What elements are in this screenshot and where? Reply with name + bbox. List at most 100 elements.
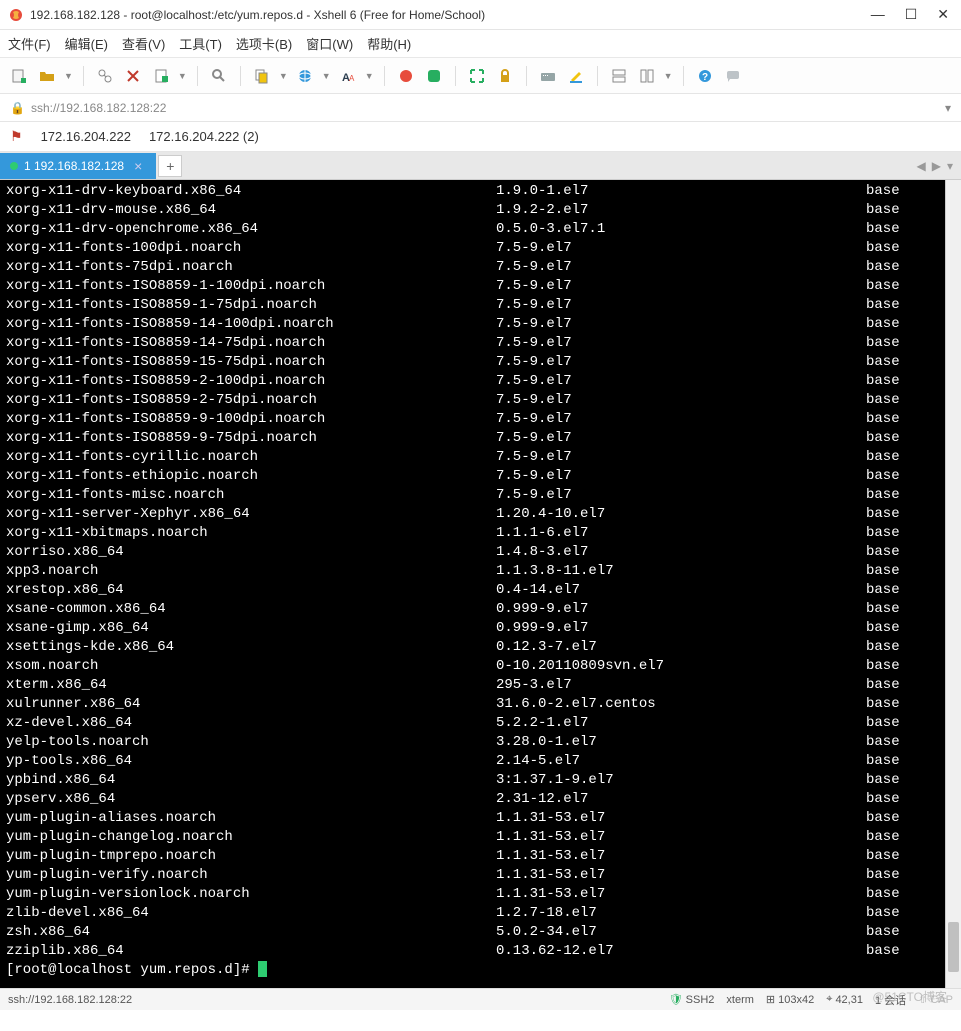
maximize-button[interactable]: ☐ bbox=[905, 6, 918, 23]
pkg-name: xorg-x11-fonts-cyrillic.noarch bbox=[6, 448, 496, 467]
pkg-repo: base bbox=[866, 790, 939, 809]
pkg-name: xorg-x11-drv-openchrome.x86_64 bbox=[6, 220, 496, 239]
dropdown-icon[interactable]: ▼ bbox=[64, 71, 73, 81]
dropdown-icon[interactable]: ▼ bbox=[664, 71, 673, 81]
toolbar: ▼ ▼ ▼ ▼ AA ▼ ▼ ? bbox=[0, 58, 961, 94]
menu-window[interactable]: 窗口(W) bbox=[306, 34, 353, 53]
pkg-name: zsh.x86_64 bbox=[6, 923, 496, 942]
search-icon[interactable] bbox=[208, 65, 230, 87]
pkg-version: 7.5-9.el7 bbox=[496, 429, 866, 448]
window-controls: — ☐ ✕ bbox=[871, 6, 949, 23]
tab-list-icon[interactable]: ▾ bbox=[947, 159, 953, 173]
dropdown-icon[interactable]: ▼ bbox=[322, 71, 331, 81]
svg-text:?: ? bbox=[702, 72, 708, 83]
terminal-row: xsettings-kde.x86_640.12.3-7.el7base bbox=[6, 638, 939, 657]
pkg-repo: base bbox=[866, 600, 939, 619]
status-size: ⊞ 103x42 bbox=[766, 993, 814, 1006]
highlight-icon[interactable] bbox=[565, 65, 587, 87]
tile-vertical-icon[interactable] bbox=[636, 65, 658, 87]
pkg-name: xorg-x11-drv-mouse.x86_64 bbox=[6, 201, 496, 220]
pkg-name: xorg-x11-xbitmaps.noarch bbox=[6, 524, 496, 543]
terminal-row: xorg-x11-fonts-ISO8859-2-75dpi.noarch7.5… bbox=[6, 391, 939, 410]
dropdown-icon[interactable]: ▼ bbox=[365, 71, 374, 81]
globe-icon[interactable] bbox=[294, 65, 316, 87]
menu-edit[interactable]: 编辑(E) bbox=[65, 34, 108, 53]
separator bbox=[597, 66, 598, 86]
terminal-row: xorg-x11-fonts-ISO8859-2-100dpi.noarch7.… bbox=[6, 372, 939, 391]
terminal-row: xorg-x11-drv-mouse.x86_641.9.2-2.el7base bbox=[6, 201, 939, 220]
pkg-repo: base bbox=[866, 220, 939, 239]
pkg-name: xorg-x11-fonts-100dpi.noarch bbox=[6, 239, 496, 258]
scrollbar-thumb[interactable] bbox=[948, 922, 959, 972]
reconnect-icon[interactable] bbox=[94, 65, 116, 87]
terminal-row: xz-devel.x86_645.2.2-1.el7base bbox=[6, 714, 939, 733]
pkg-repo: base bbox=[866, 315, 939, 334]
pkg-repo: base bbox=[866, 505, 939, 524]
close-button[interactable]: ✕ bbox=[937, 6, 949, 23]
menu-view[interactable]: 查看(V) bbox=[122, 34, 165, 53]
pkg-version: 0.12.3-7.el7 bbox=[496, 638, 866, 657]
menu-tools[interactable]: 工具(T) bbox=[179, 34, 222, 53]
terminal-row: yum-plugin-changelog.noarch1.1.31-53.el7… bbox=[6, 828, 939, 847]
menu-help[interactable]: 帮助(H) bbox=[367, 34, 411, 53]
terminal-row: xorg-x11-drv-openchrome.x86_640.5.0-3.el… bbox=[6, 220, 939, 239]
font-icon[interactable]: AA bbox=[337, 65, 359, 87]
disconnect-icon[interactable] bbox=[122, 65, 144, 87]
tab-next-icon[interactable]: ▶ bbox=[932, 159, 941, 173]
copy-icon[interactable] bbox=[251, 65, 273, 87]
pkg-version: 1.1.31-53.el7 bbox=[496, 809, 866, 828]
connection-item[interactable]: 172.16.204.222 (2) bbox=[149, 129, 259, 144]
minimize-button[interactable]: — bbox=[871, 6, 885, 23]
dropdown-icon[interactable]: ▼ bbox=[178, 71, 187, 81]
flag-icon[interactable]: ⚑ bbox=[10, 128, 23, 145]
terminal-row: xorg-x11-drv-keyboard.x86_641.9.0-1.el7b… bbox=[6, 182, 939, 201]
keyboard-icon[interactable] bbox=[537, 65, 559, 87]
lock-icon[interactable] bbox=[494, 65, 516, 87]
chat-icon[interactable] bbox=[722, 65, 744, 87]
help-icon[interactable]: ? bbox=[694, 65, 716, 87]
tab-active[interactable]: 1 192.168.182.128 × bbox=[0, 153, 156, 179]
tab-prev-icon[interactable]: ◀ bbox=[917, 159, 926, 173]
terminal[interactable]: xorg-x11-drv-keyboard.x86_641.9.0-1.el7b… bbox=[0, 180, 945, 988]
connection-bar: ⚑ 172.16.204.222 172.16.204.222 (2) bbox=[0, 122, 961, 152]
terminal-row: xpp3.noarch1.1.3.8-11.el7base bbox=[6, 562, 939, 581]
pkg-version: 1.4.8-3.el7 bbox=[496, 543, 866, 562]
pkg-repo: base bbox=[866, 410, 939, 429]
scrollbar[interactable] bbox=[945, 180, 961, 988]
svg-text:A: A bbox=[349, 74, 355, 83]
menu-tabs[interactable]: 选项卡(B) bbox=[236, 34, 292, 53]
xshell-icon[interactable] bbox=[395, 65, 417, 87]
address-dropdown-icon[interactable]: ▾ bbox=[945, 101, 951, 115]
separator bbox=[83, 66, 84, 86]
pkg-name: yum-plugin-versionlock.noarch bbox=[6, 885, 496, 904]
pkg-version: 7.5-9.el7 bbox=[496, 258, 866, 277]
terminal-row: xorg-x11-fonts-ISO8859-1-75dpi.noarch7.5… bbox=[6, 296, 939, 315]
terminal-row: zlib-devel.x86_641.2.7-18.el7base bbox=[6, 904, 939, 923]
address-text: ssh://192.168.182.128:22 bbox=[31, 101, 166, 115]
open-folder-icon[interactable] bbox=[36, 65, 58, 87]
menu-file[interactable]: 文件(F) bbox=[8, 34, 51, 53]
tile-horizontal-icon[interactable] bbox=[608, 65, 630, 87]
properties-icon[interactable] bbox=[150, 65, 172, 87]
new-session-icon[interactable] bbox=[8, 65, 30, 87]
pkg-repo: base bbox=[866, 372, 939, 391]
pkg-version: 1.1.31-53.el7 bbox=[496, 828, 866, 847]
pkg-name: zlib-devel.x86_64 bbox=[6, 904, 496, 923]
dropdown-icon[interactable]: ▼ bbox=[279, 71, 288, 81]
terminal-row: yp-tools.x86_642.14-5.el7base bbox=[6, 752, 939, 771]
terminal-row: xterm.x86_64295-3.el7base bbox=[6, 676, 939, 695]
separator bbox=[526, 66, 527, 86]
xftp-icon[interactable] bbox=[423, 65, 445, 87]
pkg-version: 0.13.62-12.el7 bbox=[496, 942, 866, 961]
tab-add-button[interactable]: + bbox=[158, 155, 182, 177]
connection-item[interactable]: 172.16.204.222 bbox=[41, 129, 131, 144]
address-bar[interactable]: 🔒 ssh://192.168.182.128:22 ▾ bbox=[0, 94, 961, 122]
fullscreen-icon[interactable] bbox=[466, 65, 488, 87]
tab-label: 1 192.168.182.128 bbox=[24, 159, 124, 173]
pkg-version: 1.2.7-18.el7 bbox=[496, 904, 866, 923]
terminal-row: xorg-x11-fonts-ethiopic.noarch7.5-9.el7b… bbox=[6, 467, 939, 486]
pkg-name: xorg-x11-fonts-ISO8859-1-100dpi.noarch bbox=[6, 277, 496, 296]
tab-close-icon[interactable]: × bbox=[130, 158, 146, 174]
pkg-name: xorg-x11-fonts-ISO8859-15-75dpi.noarch bbox=[6, 353, 496, 372]
pkg-name: xorg-x11-fonts-ISO8859-2-100dpi.noarch bbox=[6, 372, 496, 391]
